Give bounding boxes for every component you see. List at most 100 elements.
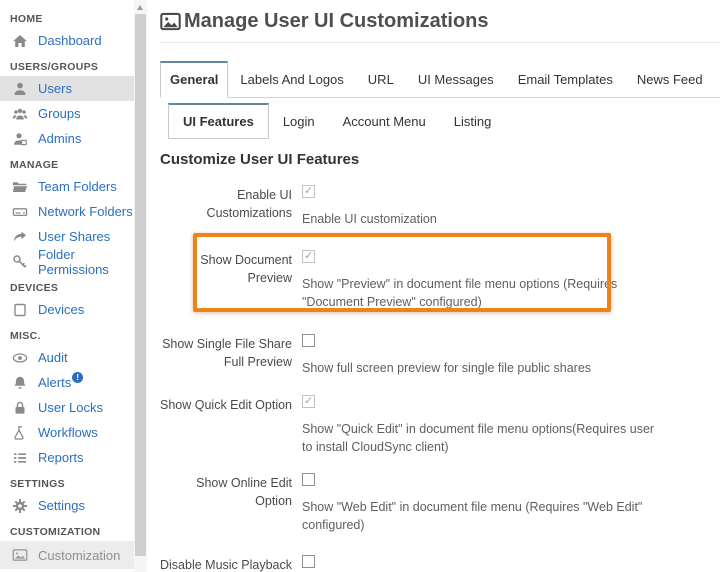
enable-ui-customizations-checkbox[interactable] — [302, 185, 315, 198]
sidebar-section-manage: MANAGE — [0, 151, 134, 174]
setting-help-text: Show "Preview" in document file menu opt… — [302, 275, 662, 311]
setting-label: Show Quick Edit Option — [160, 395, 292, 456]
admin-user-icon — [12, 131, 28, 147]
setting-row-show-online-edit-option: Show Online Edit Option Show "Web Edit" … — [160, 473, 720, 534]
sidebar-item-label: Customization — [38, 548, 120, 563]
show-document-preview-checkbox[interactable] — [302, 250, 315, 263]
scrollbar-thumb[interactable] — [135, 14, 146, 556]
sidebar-item-label: Dashboard — [38, 33, 102, 48]
sidebar-item-label: Settings — [38, 498, 85, 513]
eye-icon — [12, 350, 28, 366]
show-quick-edit-option-checkbox[interactable] — [302, 395, 315, 408]
sidebar-item-devices[interactable]: Devices — [0, 297, 134, 322]
share-arrow-icon — [12, 229, 28, 245]
alerts-badge: ! — [72, 372, 83, 383]
tab-tos[interactable]: TOS — [715, 62, 720, 97]
setting-help-text: Show "Web Edit" in document file menu (R… — [302, 498, 662, 534]
sidebar-item-label: User Locks — [38, 400, 103, 415]
secondary-tab-bar: UI Features Login Account Menu Listing — [168, 103, 720, 139]
setting-row-show-quick-edit-option: Show Quick Edit Option Show "Quick Edit"… — [160, 395, 720, 456]
setting-label: Show Document Preview — [160, 250, 292, 311]
lock-icon — [12, 400, 28, 416]
scrollbar-up-arrow[interactable] — [137, 5, 143, 10]
image-icon — [12, 547, 28, 563]
tab-email-templates[interactable]: Email Templates — [506, 62, 625, 97]
sidebar-item-admins[interactable]: Admins — [0, 126, 134, 151]
device-icon — [12, 302, 28, 318]
sidebar-item-customization[interactable]: Customization — [0, 541, 134, 569]
sidebar-item-label: User Shares — [38, 229, 110, 244]
tab-ui-messages[interactable]: UI Messages — [406, 62, 506, 97]
sidebar-nav: HOME Dashboard USERS/GROUPS Users Groups — [0, 0, 134, 572]
home-icon — [12, 33, 28, 49]
setting-row-enable-ui-customizations: Enable UI Customizations Enable UI custo… — [160, 185, 720, 228]
show-single-file-share-full-preview-checkbox[interactable] — [302, 334, 315, 347]
sidebar-item-label: Audit — [38, 350, 68, 365]
admin-portal: HOME Dashboard USERS/GROUPS Users Groups — [0, 0, 720, 572]
sidebar-item-label: Admins — [38, 131, 81, 146]
sidebar-item-folder-permissions[interactable]: Folder Permissions — [0, 249, 134, 274]
sidebar-item-network-folders[interactable]: Network Folders — [0, 199, 134, 224]
tab-listing[interactable]: Listing — [440, 104, 506, 139]
sidebar-item-audit[interactable]: Audit — [0, 345, 134, 370]
setting-help-text: Show "Quick Edit" in document file menu … — [302, 420, 662, 456]
folder-icon — [12, 179, 28, 195]
sidebar-item-label: Workflows — [38, 425, 98, 440]
sidebar-section-home: HOME — [0, 5, 134, 28]
sidebar-item-workflows[interactable]: Workflows — [0, 420, 134, 445]
setting-label: Show Online Edit Option — [160, 473, 292, 534]
sidebar-section-users-groups: USERS/GROUPS — [0, 53, 134, 76]
sidebar-item-alerts[interactable]: Alerts ! — [0, 370, 134, 395]
users-group-icon — [12, 106, 28, 122]
tab-account-menu[interactable]: Account Menu — [329, 104, 440, 139]
sidebar-item-label: Team Folders — [38, 179, 117, 194]
tab-labels-and-logos[interactable]: Labels And Logos — [228, 62, 355, 97]
list-icon — [12, 450, 28, 466]
setting-row-show-single-file-share-full-preview: Show Single File Share Full Preview Show… — [160, 334, 720, 377]
sidebar-item-label: Network Folders — [38, 204, 133, 219]
sidebar-item-label: Devices — [38, 302, 84, 317]
sidebar-item-label: Groups — [38, 106, 81, 121]
setting-help-text: Enable UI customization — [302, 210, 662, 228]
page-title: Manage User UI Customizations — [184, 10, 489, 33]
setting-help-text: Show full screen preview for single file… — [302, 359, 662, 377]
network-drive-icon — [12, 204, 28, 220]
sidebar-item-team-folders[interactable]: Team Folders — [0, 174, 134, 199]
ui-features-form: Enable UI Customizations Enable UI custo… — [160, 185, 720, 572]
sidebar-item-user-shares[interactable]: User Shares — [0, 224, 134, 249]
sidebar-item-label: Reports — [38, 450, 84, 465]
sidebar-item-label: Alerts — [38, 375, 71, 390]
key-icon — [12, 254, 28, 270]
sidebar-item-users[interactable]: Users — [0, 76, 134, 101]
sidebar-section-misc: MISC. — [0, 322, 134, 345]
disable-music-playback-checkbox[interactable] — [302, 555, 315, 568]
sidebar-item-settings[interactable]: Settings — [0, 493, 134, 518]
sidebar-item-groups[interactable]: Groups — [0, 101, 134, 126]
flask-icon — [12, 425, 28, 441]
setting-row-disable-music-playback: Disable Music Playback Disable music pla… — [160, 555, 720, 572]
sidebar-item-user-locks[interactable]: User Locks — [0, 395, 134, 420]
sidebar-section-settings: SETTINGS — [0, 470, 134, 493]
tab-url[interactable]: URL — [356, 62, 406, 97]
setting-label: Show Single File Share Full Preview — [160, 334, 292, 377]
sidebar-item-label: Folder Permissions — [38, 247, 134, 277]
main-content: Manage User UI Customizations General La… — [148, 0, 720, 572]
tab-login[interactable]: Login — [269, 104, 329, 139]
sidebar-item-dashboard[interactable]: Dashboard — [0, 28, 134, 53]
sidebar-item-label: Users — [38, 81, 72, 96]
sidebar-section-devices: DEVICES — [0, 274, 134, 297]
user-icon — [12, 81, 28, 97]
tab-ui-features[interactable]: UI Features — [168, 103, 269, 139]
tab-general[interactable]: General — [160, 61, 228, 98]
sidebar-scrollbar[interactable] — [134, 0, 147, 572]
setting-label: Enable UI Customizations — [160, 185, 292, 228]
setting-row-show-document-preview: Show Document Preview Show "Preview" in … — [160, 250, 720, 311]
image-icon — [160, 11, 181, 32]
tab-news-feed[interactable]: News Feed — [625, 62, 715, 97]
section-heading: Customize User UI Features — [160, 151, 720, 168]
setting-label: Disable Music Playback — [160, 555, 292, 572]
sidebar-item-reports[interactable]: Reports — [0, 445, 134, 470]
show-online-edit-option-checkbox[interactable] — [302, 473, 315, 486]
page-header: Manage User UI Customizations — [160, 0, 720, 43]
sidebar-section-customization: CUSTOMIZATION — [0, 518, 134, 541]
